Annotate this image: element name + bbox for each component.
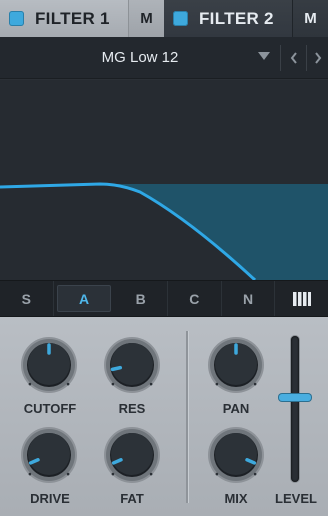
res-knob[interactable] [102,335,162,395]
pan-knob[interactable] [206,335,266,395]
filter-controls-panel: CUTOFF RES DRIVE FAT PAN MIX LEVEL [0,317,328,516]
filter-2-m-label: M [304,10,317,27]
filter-1-enable-checkbox[interactable] [9,11,24,26]
tab-filter-2[interactable]: FILTER 2 [164,0,292,37]
chevron-right-icon [315,52,322,64]
mode-s-button[interactable]: S [0,281,54,316]
filter-2-m-button[interactable]: M [292,0,328,37]
drive-label: DRIVE [30,491,70,506]
preset-bar: MG Low 12 [0,37,328,79]
tab-filter-1[interactable]: FILTER 1 [0,0,128,37]
chevron-down-icon[interactable] [258,52,270,60]
filter-1-m-button[interactable]: M [128,0,164,37]
fat-knob[interactable] [102,425,162,485]
mode-a-button[interactable]: A [56,285,112,312]
keyboard-tracking-button[interactable] [275,281,328,316]
filter-mode-selector: S A B C N [0,280,328,317]
drive-knob[interactable] [19,425,79,485]
filter-1-m-label: M [140,10,153,27]
pan-label: PAN [222,401,250,416]
mode-n-button[interactable]: N [222,281,276,316]
preset-name[interactable]: MG Low 12 [0,49,280,66]
level-slider-track[interactable] [291,336,299,482]
filter-tabs: FILTER 1 M FILTER 2 M [0,0,328,37]
res-label: RES [118,401,146,416]
level-label: LEVEL [275,491,317,506]
mix-knob[interactable] [206,425,266,485]
divider [280,45,281,71]
tab-filter-1-label: FILTER 1 [35,8,110,28]
piano-keys-icon [292,291,311,306]
mode-b-button[interactable]: B [114,281,169,316]
divider [186,331,188,503]
tab-filter-2-label: FILTER 2 [199,8,274,28]
filter-response-graph[interactable] [0,80,328,282]
mode-c-button[interactable]: C [168,281,222,316]
preset-next-button[interactable] [307,45,328,71]
level-slider-thumb[interactable] [279,393,311,401]
cutoff-knob[interactable] [19,335,79,395]
res-indicator [110,365,123,372]
cutoff-label: CUTOFF [23,401,77,416]
filter-2-enable-checkbox[interactable] [173,11,188,26]
preset-prev-button[interactable] [283,45,305,71]
chevron-left-icon [290,52,297,64]
fat-label: FAT [120,491,144,506]
